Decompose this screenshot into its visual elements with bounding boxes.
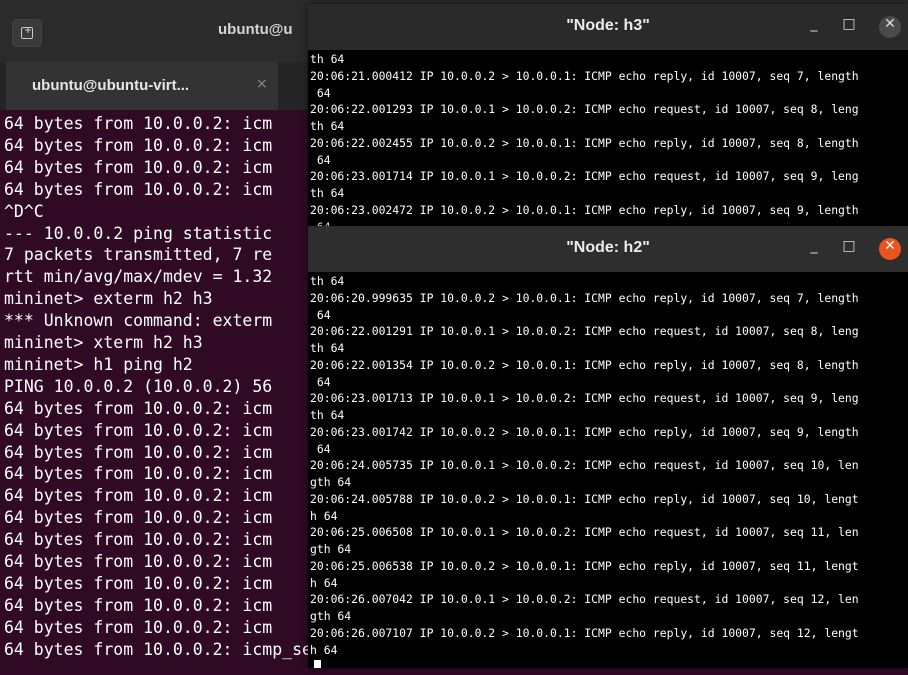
xterm-line: h 64: [310, 642, 338, 657]
xterm-line: th 64: [310, 52, 345, 66]
xterm-line: 20:06:22.002455 IP 10.0.0.2 > 10.0.0.1: …: [310, 135, 859, 150]
xterm-line: gth 64: [310, 475, 352, 489]
xterm-line: 20:06:26.007107 IP 10.0.0.2 > 10.0.0.1: …: [310, 625, 859, 640]
terminal-line: mininet> h1 ping h2: [4, 354, 193, 374]
terminal-line: rtt min/avg/max/mdev = 1.32: [4, 267, 273, 287]
xterm-line: 20:06:21.000412 IP 10.0.0.2 > 10.0.0.1: …: [310, 68, 859, 83]
maximize-icon[interactable]: □: [838, 16, 860, 38]
window-title: ubuntu@u: [218, 21, 293, 38]
xterm-h2-titlebar[interactable]: "Node: h2" _ □ ✕: [308, 226, 908, 272]
terminal-line: mininet> xterm h2 h3: [4, 333, 203, 352]
terminal-line: *** Unknown command: exterm: [4, 311, 273, 331]
xterm-line: 20:06:23.002472 IP 10.0.0.2 > 10.0.0.1: …: [310, 202, 859, 217]
xterm-line: 20:06:22.001354 IP 10.0.0.2 > 10.0.0.1: …: [310, 357, 859, 372]
xterm-line: h 64: [310, 575, 338, 590]
xterm-h3-output[interactable]: th 64 20:06:21.000412 IP 10.0.0.2 > 10.0.…: [310, 50, 908, 226]
xterm-line: th 64: [310, 341, 345, 355]
tab-active[interactable]: ubuntu@ubuntu-virt... ×: [6, 62, 278, 110]
text-cursor: [314, 660, 321, 668]
new-tab-plus: +: [24, 26, 32, 36]
new-tab-button[interactable]: +: [12, 19, 42, 47]
xterm-line: 20:06:22.001291 IP 10.0.0.1 > 10.0.0.2: …: [310, 324, 859, 339]
terminal-line: 64 bytes from 10.0.0.2: icm: [4, 179, 273, 199]
xterm-line: 64: [310, 152, 331, 167]
terminal-line: 64 bytes from 10.0.0.2: icm: [4, 442, 273, 462]
terminal-line: 64 bytes from 10.0.0.2: icm: [4, 486, 273, 506]
xterm-h2-output[interactable]: th 64 20:06:20.999635 IP 10.0.0.2 > 10.0.…: [310, 272, 908, 668]
xterm-line: 64: [310, 307, 331, 322]
terminal-line: PING 10.0.0.2 (10.0.0.2) 56: [4, 376, 273, 396]
terminal-line: 64 bytes from 10.0.0.2: icm: [4, 508, 273, 528]
xterm-line: 20:06:26.007042 IP 10.0.0.1 > 10.0.0.2: …: [310, 592, 859, 607]
terminal-line: 64 bytes from 10.0.0.2: icm: [4, 398, 273, 418]
terminal-line: 64 bytes from 10.0.0.2: icm: [4, 135, 273, 155]
terminal-line: ^D^C: [4, 201, 44, 221]
xterm-line: 64: [310, 85, 331, 100]
xterm-line: 20:06:24.005735 IP 10.0.0.1 > 10.0.0.2: …: [310, 458, 859, 473]
tab-close-icon[interactable]: ×: [256, 76, 268, 92]
xterm-line: 64: [310, 441, 331, 456]
xterm-line: th 64: [310, 274, 345, 288]
xterm-window-h2[interactable]: "Node: h2" _ □ ✕ th 64 20:06:20.999635 IP…: [308, 226, 908, 668]
terminal-line: 64 bytes from 10.0.0.2: icm: [4, 157, 273, 177]
xterm-line: th 64: [310, 408, 345, 422]
xterm-line: 20:06:25.006508 IP 10.0.0.1 > 10.0.0.2: …: [310, 525, 859, 540]
xterm-line: 20:06:22.001293 IP 10.0.0.1 > 10.0.0.2: …: [310, 102, 859, 117]
xterm-h3-titlebar[interactable]: "Node: h3" _ □ ✕: [308, 4, 908, 50]
terminal-line: 64 bytes from 10.0.0.2: icm: [4, 420, 273, 440]
terminal-line: 64 bytes from 10.0.0.2: icm: [4, 552, 273, 571]
xterm-line: h 64: [310, 508, 338, 523]
xterm-line: th 64: [310, 119, 345, 133]
terminal-line: 7 packets transmitted, 7 re: [4, 245, 273, 265]
minimize-icon[interactable]: _: [803, 238, 825, 260]
xterm-line: gth 64: [310, 609, 352, 623]
xterm-window-h3[interactable]: "Node: h3" _ □ ✕ th 64 20:06:21.000412 IP…: [308, 4, 908, 226]
terminal-line: 64 bytes from 10.0.0.2: icm: [4, 617, 273, 637]
terminal-line: mininet> exterm h2 h3: [4, 289, 213, 309]
terminal-line: 64 bytes from 10.0.0.2: icm: [4, 464, 273, 484]
xterm-line: 20:06:23.001742 IP 10.0.0.2 > 10.0.0.1: …: [310, 424, 859, 439]
terminal-line: 64 bytes from 10.0.0.2: icm: [4, 595, 273, 615]
xterm-line: 20:06:23.001714 IP 10.0.0.1 > 10.0.0.2: …: [310, 169, 859, 184]
xterm-line: 20:06:20.999635 IP 10.0.0.2 > 10.0.0.1: …: [310, 290, 859, 305]
terminal-line: 64 bytes from 10.0.0.2: icm: [4, 114, 273, 133]
xterm-line: gth 64: [310, 542, 352, 556]
terminal-line: 64 bytes from 10.0.0.2: icm: [4, 573, 273, 593]
terminal-line: 64 bytes from 10.0.0.2: icm: [4, 530, 273, 550]
xterm-line: th 64: [310, 186, 345, 200]
maximize-icon[interactable]: □: [838, 238, 860, 260]
xterm-line: 20:06:24.005788 IP 10.0.0.2 > 10.0.0.1: …: [310, 491, 859, 506]
xterm-line: 20:06:23.001713 IP 10.0.0.1 > 10.0.0.2: …: [310, 391, 859, 406]
minimize-icon[interactable]: _: [803, 16, 825, 38]
terminal-line: --- 10.0.0.2 ping statistic: [4, 223, 273, 243]
xterm-line: 20:06:25.006538 IP 10.0.0.2 > 10.0.0.1: …: [310, 558, 859, 573]
close-icon[interactable]: ✕: [879, 238, 901, 260]
tab-label: ubuntu@ubuntu-virt...: [32, 77, 190, 94]
close-icon[interactable]: ✕: [879, 16, 901, 38]
xterm-line: 64: [310, 374, 331, 389]
